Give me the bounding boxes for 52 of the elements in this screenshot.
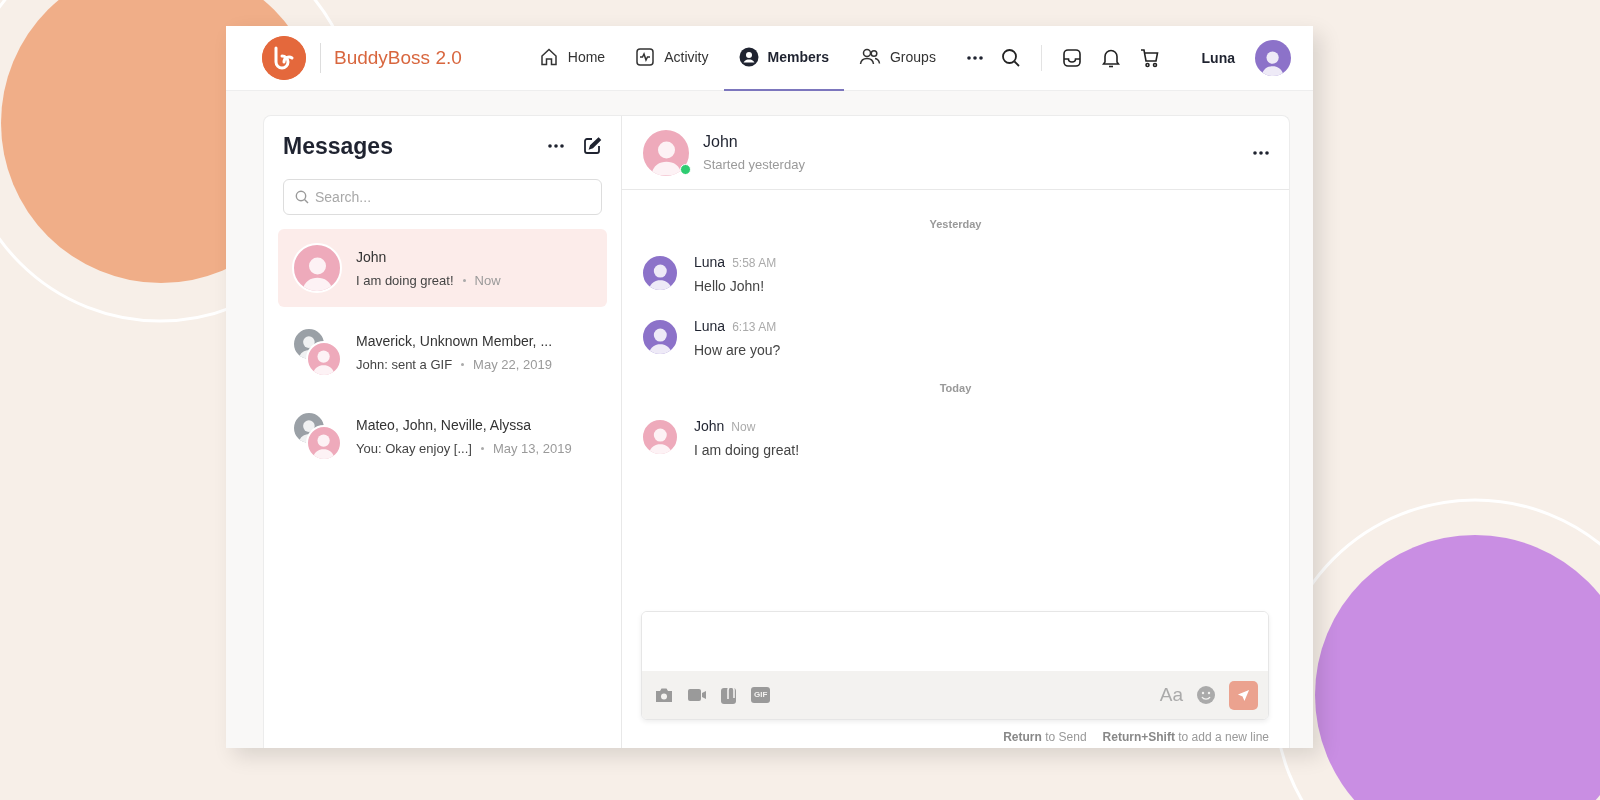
message-time: May 22, 2019 xyxy=(473,356,552,372)
more-icon[interactable] xyxy=(548,144,564,148)
message-preview: John: sent a GIF xyxy=(356,356,453,372)
contact-name: John xyxy=(703,133,739,151)
sender-name: John xyxy=(694,418,725,434)
bell-icon[interactable] xyxy=(1101,48,1120,68)
keyboard-hint: Return+Shift to add a new line xyxy=(1102,730,1269,744)
search-icon xyxy=(295,190,309,204)
message-time: Now xyxy=(474,272,501,288)
logo-icon[interactable] xyxy=(262,36,306,80)
conversation-item[interactable]: Mateo, John, Neville, Alyssa You: Okay enjoy [...] May 13, 2019 xyxy=(278,397,607,475)
inbox-icon[interactable] xyxy=(1061,48,1082,68)
people-icon xyxy=(859,47,881,67)
message-preview: I am doing great! xyxy=(356,272,454,288)
more-icon[interactable] xyxy=(1253,150,1269,155)
message-time: 5:58 AM xyxy=(732,256,777,270)
message-text: Hello John! xyxy=(694,278,766,294)
message-time: May 13, 2019 xyxy=(492,440,572,456)
more-icon[interactable] xyxy=(966,56,983,60)
date-divider: Yesterday xyxy=(929,218,982,230)
message-text: How are you? xyxy=(694,342,781,358)
nav-tab[interactable]: Activity xyxy=(620,25,724,91)
home-icon xyxy=(538,47,559,67)
activity-icon xyxy=(635,47,656,67)
conversation-name: Mateo, John, Neville, Alyssa xyxy=(356,416,533,433)
contact-avatar xyxy=(292,243,342,293)
message-text: I am doing great! xyxy=(694,442,800,458)
message-time: 6:13 AM xyxy=(732,320,777,334)
date-divider: Today xyxy=(939,382,972,394)
nav-tab[interactable]: Members xyxy=(723,25,844,91)
user-avatar[interactable] xyxy=(1255,40,1291,76)
conversation-item[interactable]: John I am doing great! Now xyxy=(278,229,607,307)
conversation-name: Maverick, Unknown Member, ... xyxy=(356,332,553,349)
message-time: Now xyxy=(731,420,756,434)
nav-tab[interactable]: Home xyxy=(523,25,621,91)
message-preview: You: Okay enjoy [...] xyxy=(356,440,472,456)
site-title: BuddyBoss 2.0 xyxy=(320,43,462,73)
send-icon xyxy=(1237,688,1250,702)
keyboard-hint: Return to Send xyxy=(1003,730,1087,744)
nav-tab[interactable]: Groups xyxy=(844,25,951,91)
person-icon xyxy=(738,47,759,67)
panel-title: Messages xyxy=(283,132,394,160)
compose-icon[interactable] xyxy=(582,136,602,156)
sender-name: Luna xyxy=(694,254,726,270)
search-icon[interactable] xyxy=(1000,48,1021,68)
conversation-name: John xyxy=(356,248,388,265)
conversation-status: Started yesterday xyxy=(703,157,806,172)
sender-name: Luna xyxy=(694,318,726,334)
cart-icon[interactable] xyxy=(1139,48,1160,68)
user-name[interactable]: Luna xyxy=(1201,50,1235,66)
conversation-item[interactable]: Maverick, Unknown Member, ... John: sent a GIF May 22, 2019 xyxy=(278,313,607,391)
search-field[interactable]: Search... xyxy=(283,179,602,215)
